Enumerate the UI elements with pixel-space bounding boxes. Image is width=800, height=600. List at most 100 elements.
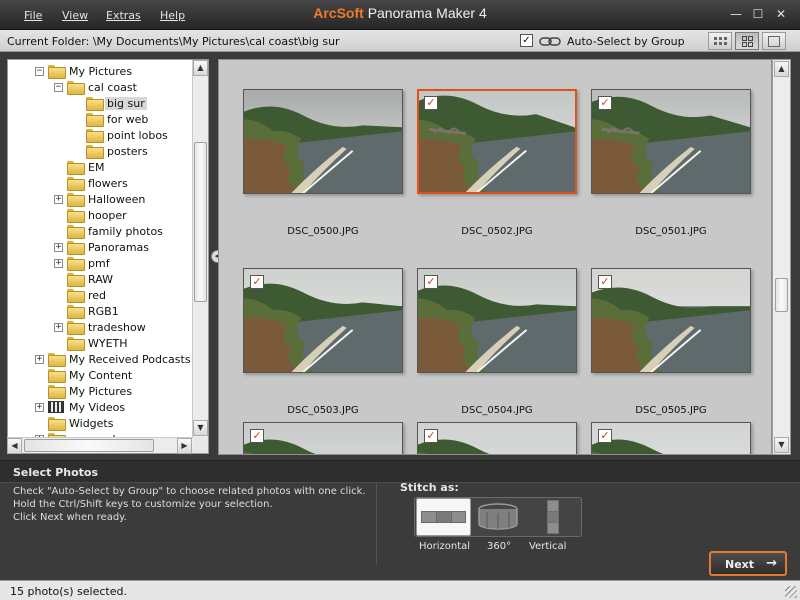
tree-item[interactable]: WYETH [67, 335, 130, 351]
tree-item[interactable]: RAW [67, 271, 115, 287]
tree-item[interactable]: red [67, 287, 108, 303]
tree-item[interactable]: tradeshow [67, 319, 148, 335]
photo-tile[interactable]: ✓ DSC_0502.JPG [417, 89, 577, 239]
scroll-up-button[interactable]: ▲ [193, 60, 208, 76]
medium-thumbnails-view-button[interactable] [735, 32, 759, 50]
stitch-360-option[interactable] [473, 498, 523, 536]
tree-item[interactable]: My Videos [48, 399, 127, 415]
photo-thumbnail[interactable] [417, 268, 577, 373]
folder-icon [86, 113, 104, 127]
photo-tile[interactable]: ✓ [591, 422, 751, 454]
gallery-vscrollbar[interactable]: ▲ ▼ [772, 59, 791, 455]
photo-tile[interactable]: ✓ DSC_0504.JPG [417, 268, 577, 418]
close-button[interactable]: ✕ [773, 7, 789, 21]
photo-tile[interactable]: ✓ DSC_0505.JPG [591, 268, 751, 418]
expand-icon[interactable]: + [35, 403, 44, 412]
next-button[interactable]: Next → [709, 551, 787, 576]
coast-photo-image [244, 423, 402, 454]
tree-item[interactable]: for web [86, 111, 150, 127]
stitch-as-label: Stitch as: [400, 481, 459, 494]
expand-icon[interactable]: + [54, 323, 63, 332]
tree-item[interactable]: posters [86, 143, 150, 159]
stitch-vertical-option[interactable] [525, 498, 581, 536]
folder-icon [67, 225, 85, 239]
auto-select-checkbox[interactable]: ✓ [520, 34, 533, 47]
gallery-scroll-down-button[interactable]: ▼ [774, 437, 789, 453]
photo-filename: DSC_0502.JPG [461, 226, 533, 237]
folder-tree-vscrollbar[interactable]: ▲ ▼ [192, 60, 208, 438]
large-thumbnail-view-button[interactable] [762, 32, 786, 50]
photo-thumbnail[interactable] [591, 89, 751, 194]
scroll-thumb[interactable] [194, 142, 207, 302]
resize-grip-icon[interactable] [785, 586, 797, 598]
photo-thumbnail[interactable] [591, 268, 751, 373]
tree-item[interactable]: cal coast [67, 79, 139, 95]
tree-item[interactable]: hooper [67, 207, 129, 223]
photo-checkbox[interactable]: ✓ [598, 96, 612, 110]
tree-item-label: cal coast [88, 80, 137, 94]
minimize-button[interactable]: — [728, 7, 744, 21]
tree-item[interactable]: My Received Podcasts [48, 351, 193, 367]
photo-tile[interactable]: ✓ DSC_0503.JPG [243, 268, 403, 418]
collapse-icon[interactable]: − [35, 67, 44, 76]
tree-item-label: Widgets [69, 416, 114, 430]
photo-checkbox[interactable]: ✓ [250, 429, 264, 443]
scroll-left-button[interactable]: ◀ [7, 438, 22, 454]
photo-thumbnail[interactable] [243, 89, 403, 194]
photo-filename: DSC_0504.JPG [461, 405, 533, 416]
photo-checkbox[interactable]: ✓ [250, 275, 264, 289]
hscroll-thumb[interactable] [24, 439, 154, 452]
expand-icon[interactable]: + [35, 355, 44, 364]
tree-item[interactable]: big sur [86, 95, 147, 111]
photo-tile[interactable]: ✓ [417, 422, 577, 454]
tree-item[interactable]: Widgets [48, 415, 115, 431]
folder-tree-hscrollbar[interactable]: ◀ ▶ [7, 437, 193, 454]
instructions-header: Select Photos [0, 461, 800, 483]
folder-icon [67, 305, 85, 319]
scroll-down-button[interactable]: ▼ [193, 420, 208, 436]
tree-item[interactable]: RGB1 [67, 303, 121, 319]
coast-photo-image [592, 269, 750, 372]
photo-tile[interactable]: ✓ [243, 422, 403, 454]
tree-item[interactable]: Panoramas [67, 239, 151, 255]
photo-checkbox[interactable]: ✓ [424, 429, 438, 443]
photo-checkbox[interactable]: ✓ [424, 275, 438, 289]
tree-item[interactable]: Halloween [67, 191, 147, 207]
medium-grid-icon [742, 36, 753, 47]
tree-item[interactable]: My Pictures [48, 383, 134, 399]
photo-thumbnail[interactable] [417, 422, 577, 454]
tree-item-label: big sur [105, 96, 147, 110]
photo-tile[interactable]: ✓ DSC_0501.JPG [591, 89, 751, 239]
photo-thumbnail[interactable] [243, 268, 403, 373]
360-label: 360° [487, 541, 512, 552]
maximize-button[interactable]: ☐ [750, 7, 766, 21]
select-photos-title: Select Photos [13, 466, 99, 479]
expand-icon[interactable]: + [54, 243, 63, 252]
photo-thumbnail[interactable] [243, 422, 403, 454]
tree-item[interactable]: My Content [48, 367, 134, 383]
tree-item[interactable]: point lobos [86, 127, 170, 143]
gallery-scroll-up-button[interactable]: ▲ [774, 61, 789, 77]
photo-checkbox[interactable]: ✓ [598, 429, 612, 443]
collapse-icon[interactable]: − [54, 83, 63, 92]
auto-select-label[interactable]: Auto-Select by Group [567, 35, 685, 48]
photo-tile[interactable]: DSC_0500.JPG [243, 89, 403, 239]
tree-item[interactable]: family photos [67, 223, 165, 239]
tree-item[interactable]: EM [67, 159, 106, 175]
tree-item[interactable]: My Pictures [48, 63, 134, 79]
expand-icon[interactable]: + [54, 195, 63, 204]
tree-item[interactable]: pmf [67, 255, 112, 271]
folder-icon [67, 193, 85, 207]
small-thumbnails-view-button[interactable] [708, 32, 732, 50]
scroll-right-button[interactable]: ▶ [177, 438, 192, 454]
photo-checkbox[interactable]: ✓ [598, 275, 612, 289]
tree-item-label: EM [88, 160, 105, 174]
stitch-horizontal-option[interactable] [416, 498, 471, 536]
photo-thumbnail[interactable] [591, 422, 751, 454]
link-icon [539, 37, 561, 46]
expand-icon[interactable]: + [54, 259, 63, 268]
photo-thumbnail[interactable] [417, 89, 577, 194]
tree-item[interactable]: flowers [67, 175, 130, 191]
gallery-scroll-thumb[interactable] [775, 278, 788, 312]
photo-checkbox[interactable]: ✓ [424, 96, 438, 110]
